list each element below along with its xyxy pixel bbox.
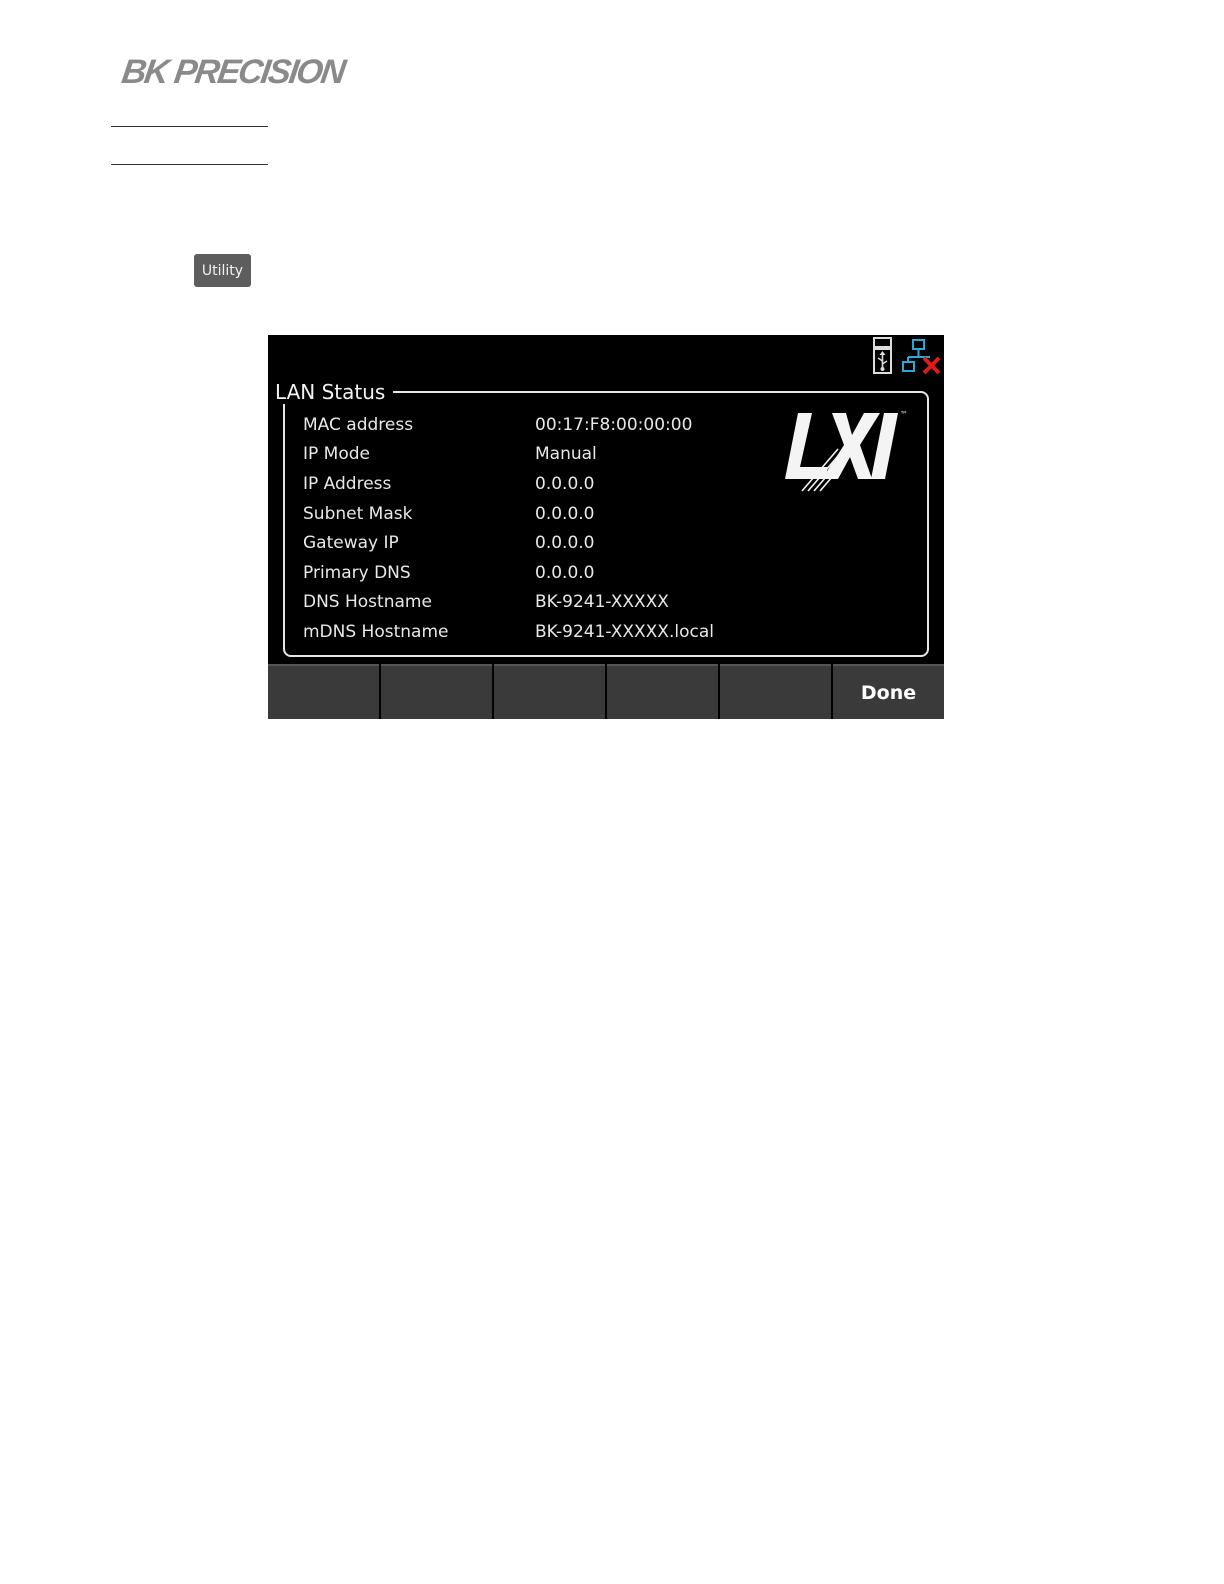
status-icons xyxy=(872,337,942,375)
softkey-5[interactable] xyxy=(720,664,831,719)
status-row-dns-hostname: DNS Hostname BK-9241-XXXXX xyxy=(303,588,714,618)
panel-title: LAN Status xyxy=(272,380,394,404)
softkey-bar: Done xyxy=(268,664,944,719)
status-row-primary-dns: Primary DNS 0.0.0.0 xyxy=(303,558,714,588)
device-screen: LAN Status ™ MAC address 00:17:F8:00:00:… xyxy=(268,335,944,719)
row-value: 0.0.0.0 xyxy=(535,533,595,554)
status-row-ip-mode: IP Mode Manual xyxy=(303,440,714,470)
softkey-3[interactable] xyxy=(494,664,605,719)
row-value: BK-9241-XXXXX xyxy=(535,592,669,613)
header-rule xyxy=(111,126,268,127)
lxi-trademark: ™ xyxy=(900,410,908,419)
status-rows: MAC address 00:17:F8:00:00:00 IP Mode Ma… xyxy=(303,410,714,647)
row-label: DNS Hostname xyxy=(303,592,432,613)
row-value: 0.0.0.0 xyxy=(535,473,595,494)
status-row-ip-address: IP Address 0.0.0.0 xyxy=(303,469,714,499)
row-value: 0.0.0.0 xyxy=(535,562,595,583)
row-label: Gateway IP xyxy=(303,533,399,554)
row-value: Manual xyxy=(535,444,597,465)
row-label: Subnet Mask xyxy=(303,503,413,524)
header-rule xyxy=(111,164,268,165)
softkey-4[interactable] xyxy=(607,664,718,719)
lan-disconnected-icon xyxy=(902,339,941,375)
status-row-mdns-hostname: mDNS Hostname BK-9241-XXXXX.local xyxy=(303,617,714,647)
row-label: Primary DNS xyxy=(303,562,411,583)
status-row-gateway-ip: Gateway IP 0.0.0.0 xyxy=(303,528,714,558)
utility-key-button[interactable]: Utility xyxy=(194,254,251,287)
status-row-mac: MAC address 00:17:F8:00:00:00 xyxy=(303,410,714,440)
row-label: IP Address xyxy=(303,473,392,494)
row-value: 00:17:F8:00:00:00 xyxy=(535,414,693,435)
status-row-subnet-mask: Subnet Mask 0.0.0.0 xyxy=(303,499,714,529)
row-label: MAC address xyxy=(303,414,414,435)
done-button[interactable]: Done xyxy=(833,664,944,719)
softkey-1[interactable] xyxy=(268,664,379,719)
softkey-2[interactable] xyxy=(381,664,492,719)
row-value: BK-9241-XXXXX.local xyxy=(535,621,714,642)
lxi-logo: ™ xyxy=(785,410,908,492)
row-label: mDNS Hostname xyxy=(303,621,449,642)
row-value: 0.0.0.0 xyxy=(535,503,595,524)
brand-logo: BK PRECISION xyxy=(119,53,347,91)
usb-icon xyxy=(873,337,892,374)
row-label: IP Mode xyxy=(303,444,370,465)
